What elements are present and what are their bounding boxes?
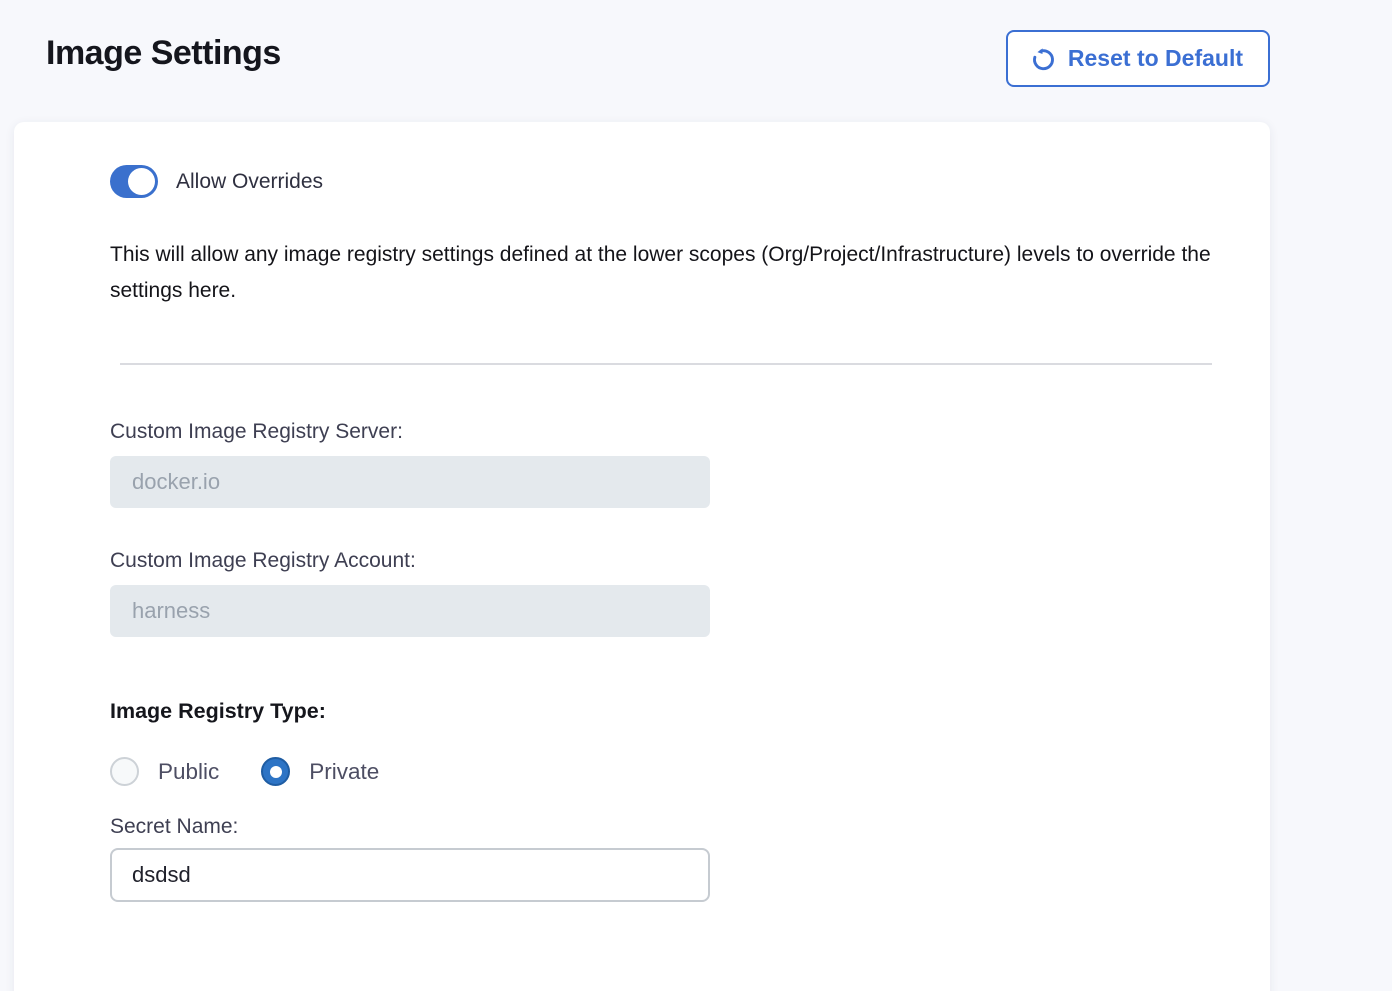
section-divider (120, 363, 1212, 365)
radio-public-label: Public (158, 759, 219, 785)
overrides-description: This will allow any image registry setti… (110, 237, 1222, 309)
rotate-ccw-icon (1030, 45, 1057, 72)
reset-to-default-button[interactable]: Reset to Default (1006, 30, 1270, 87)
reset-button-label: Reset to Default (1068, 45, 1243, 72)
image-settings-card: Allow Overrides This will allow any imag… (14, 122, 1270, 991)
radio-private-circle (261, 757, 290, 786)
account-field-label: Custom Image Registry Account: (110, 549, 1270, 573)
secret-name-label: Secret Name: (110, 815, 1270, 839)
radio-private-label: Private (309, 759, 379, 785)
registry-type-label: Image Registry Type: (110, 699, 1270, 724)
server-input (110, 456, 710, 508)
secret-name-input[interactable] (110, 848, 710, 902)
allow-overrides-toggle[interactable] (110, 165, 158, 198)
radio-option-public[interactable]: Public (110, 757, 219, 786)
radio-public-circle (110, 757, 139, 786)
allow-overrides-label: Allow Overrides (176, 170, 323, 194)
radio-option-private[interactable]: Private (261, 757, 379, 786)
account-input (110, 585, 710, 637)
page-title: Image Settings (46, 34, 281, 73)
toggle-knob (128, 168, 155, 195)
server-field-label: Custom Image Registry Server: (110, 420, 1270, 444)
registry-type-options: Public Private (110, 757, 1270, 786)
allow-overrides-row: Allow Overrides (110, 165, 1270, 198)
